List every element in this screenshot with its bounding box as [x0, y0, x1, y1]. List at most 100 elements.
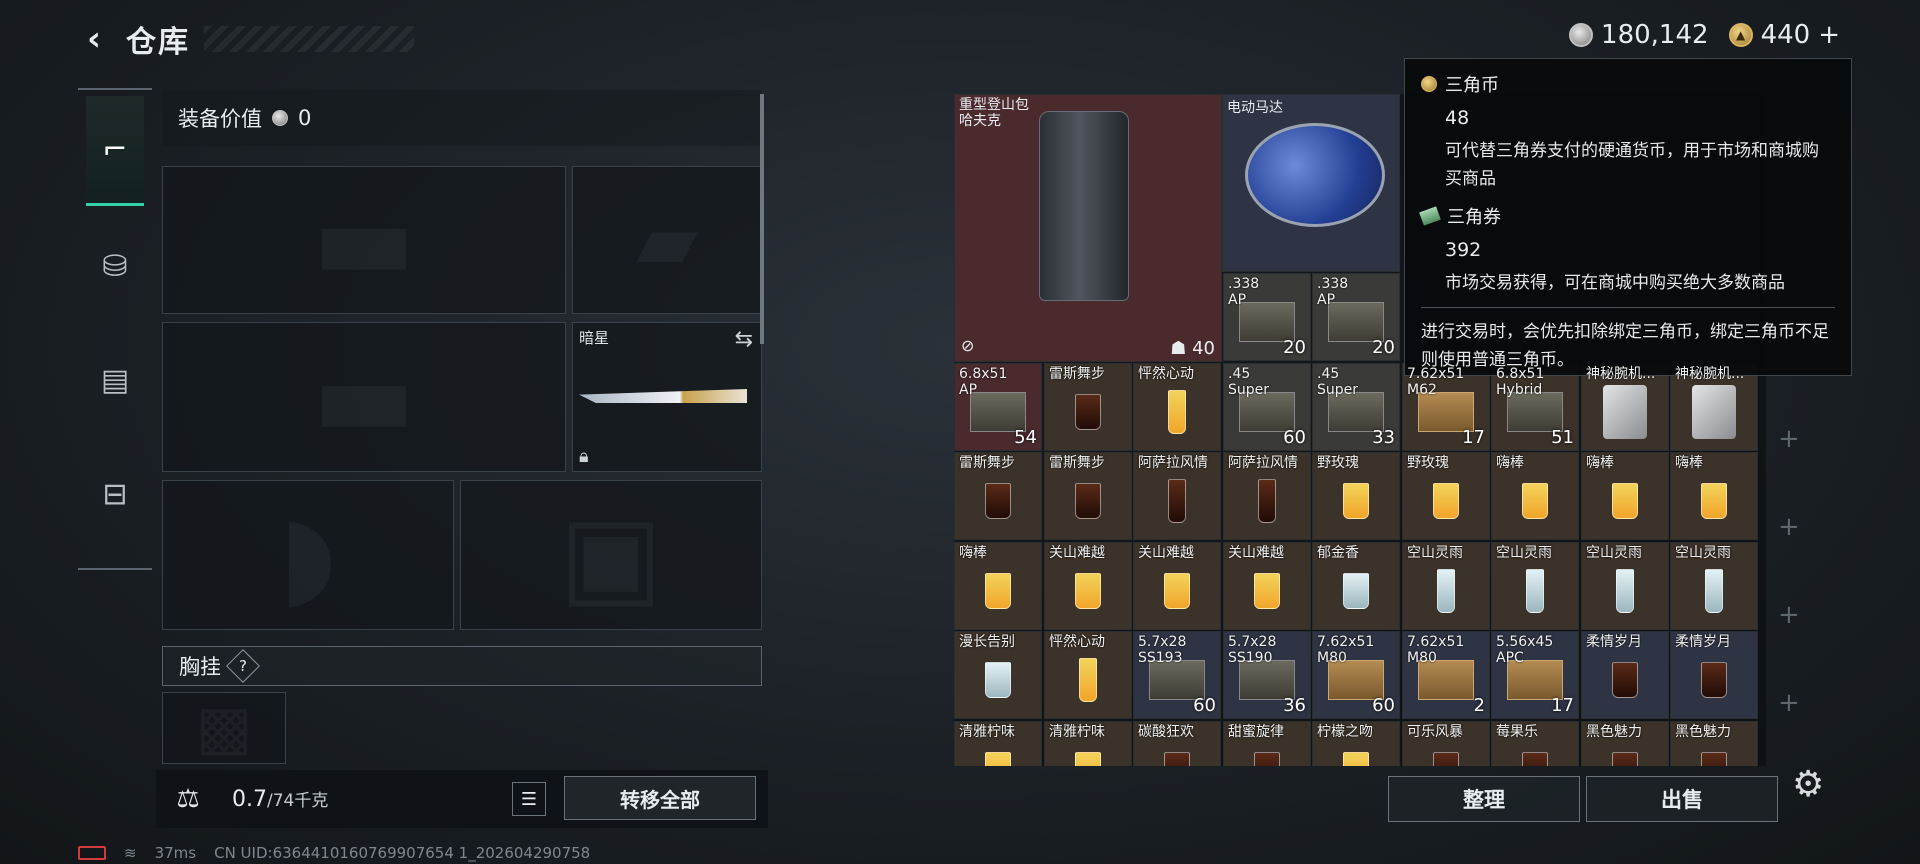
helmet-slot[interactable]: ◗ — [162, 480, 454, 630]
wifi-icon: ≋ — [124, 844, 137, 862]
secondary-weapon-slot[interactable]: ▬ — [162, 322, 566, 472]
silver-currency[interactable]: 180,142 — [1569, 20, 1709, 50]
inventory-item[interactable]: 神秘腕机... — [1670, 363, 1758, 451]
tab-chest-rig[interactable]: ▤ — [86, 326, 144, 434]
tab-weapons[interactable]: ⌐ — [86, 96, 144, 206]
inventory-item[interactable]: 清雅柠味 — [1044, 721, 1132, 766]
inventory-item[interactable]: 6.8x51 AP 54 — [954, 363, 1042, 451]
inventory-item[interactable]: 空山灵雨 — [1491, 542, 1579, 630]
inventory-item[interactable]: 嗨棒 — [954, 542, 1042, 630]
list-view-button[interactable]: ☰ — [512, 782, 546, 816]
backpack-item[interactable]: 重型登山包 哈夫克 ⊘ ☗ 40 — [954, 94, 1222, 362]
swap-icon[interactable]: ⇆ — [735, 327, 753, 352]
inventory-item[interactable]: 漫长告别 — [954, 631, 1042, 719]
settings-button[interactable]: ⚙ — [1792, 764, 1824, 805]
inventory-item[interactable]: 雷斯舞步 — [1044, 363, 1132, 451]
sort-button[interactable]: 整理 — [1388, 776, 1580, 822]
inventory-item[interactable]: 7.62x51 M62 17 — [1402, 363, 1490, 451]
inventory-item[interactable]: 关山难越 — [1133, 542, 1221, 630]
wrist-device-icon — [1603, 385, 1647, 440]
drink-icon — [1612, 483, 1638, 520]
weight-icon: ⚖ — [176, 784, 200, 814]
chest-rig-slot[interactable]: ▩ — [162, 692, 286, 764]
tab-toolbox[interactable]: ⊟ — [86, 440, 144, 548]
no-mod-icon: ⊘ — [961, 336, 975, 355]
inventory-item[interactable]: 阿萨拉风情 — [1223, 452, 1311, 540]
inventory-item[interactable]: .45 Super 33 — [1312, 363, 1400, 451]
ammo-box-icon — [1418, 660, 1474, 701]
inventory-item[interactable]: 5.56x45 APC 17 — [1491, 631, 1579, 719]
item-count: 17 — [1462, 427, 1485, 448]
inventory-item[interactable]: 关山难越 — [1223, 542, 1311, 630]
category-rail: ⌐ ⛁ ▤ ⊟ — [78, 88, 152, 570]
inventory-item[interactable]: 清雅柠味 — [954, 721, 1042, 766]
left-scrollbar[interactable] — [760, 94, 764, 344]
inventory-item[interactable]: 黑色魅力 — [1581, 721, 1669, 766]
add-slot-icon[interactable]: + — [1778, 424, 1800, 454]
item-name: 7.62x51 M80 — [1317, 634, 1375, 666]
inventory-item[interactable]: 关山难越 — [1044, 542, 1132, 630]
transfer-all-button[interactable]: 转移全部 — [564, 776, 756, 820]
backpack-capacity: ☗ 40 — [1170, 338, 1215, 359]
add-slot-icon[interactable]: + — [1778, 600, 1800, 630]
header: ‹ 仓库 — [76, 18, 414, 60]
backpack-name: 重型登山包 哈夫克 — [959, 97, 1029, 129]
weight-max: /74千克 — [267, 791, 329, 811]
inventory-item[interactable]: 怦然心动 — [1044, 631, 1132, 719]
back-button[interactable]: ‹ — [76, 19, 112, 59]
inventory-item[interactable]: 嗨棒 — [1670, 452, 1758, 540]
inventory-item[interactable]: 神秘腕机... — [1581, 363, 1669, 451]
help-icon[interactable]: ? — [226, 649, 260, 683]
inventory-item[interactable]: 空山灵雨 — [1402, 542, 1490, 630]
drink-icon — [985, 573, 1011, 610]
inventory-item[interactable]: .338 AP 20 — [1312, 273, 1400, 361]
drink-icon — [1075, 483, 1101, 520]
inventory-item[interactable]: .338 AP 20 — [1223, 273, 1311, 361]
chest-rig-header: 胸挂 ? — [162, 646, 762, 686]
pistol-slot[interactable]: ▰ — [572, 166, 762, 314]
add-slot-icon[interactable]: + — [1778, 512, 1800, 542]
primary-weapon-slot[interactable]: ▬ — [162, 166, 566, 314]
inventory-item[interactable]: 6.8x51 Hybrid 51 — [1491, 363, 1579, 451]
melee-slot[interactable]: 暗星 ⇆ 🔒︎ — [572, 322, 762, 472]
inventory-item[interactable]: .45 Super 60 — [1223, 363, 1311, 451]
armor-slot[interactable]: ▣ — [460, 480, 762, 630]
inventory-item[interactable]: 莓果乐 — [1491, 721, 1579, 766]
inventory-item[interactable]: 空山灵雨 — [1670, 542, 1758, 630]
drink-icon — [1075, 394, 1101, 431]
add-slot-icon[interactable]: + — [1778, 688, 1800, 718]
motor-item[interactable]: 电动马达 — [1222, 94, 1400, 272]
inventory-item[interactable]: 柔情岁月 — [1581, 631, 1669, 719]
inventory-item[interactable]: 雷斯舞步 — [1044, 452, 1132, 540]
inventory-item[interactable]: 嗨棒 — [1581, 452, 1669, 540]
inventory-item[interactable]: 阿萨拉风情 — [1133, 452, 1221, 540]
inventory-item[interactable]: 郁金香 — [1312, 542, 1400, 630]
inventory-item[interactable]: 5.7x28 SS190 36 — [1223, 631, 1311, 719]
inventory-item[interactable]: 野玫瑰 — [1312, 452, 1400, 540]
inventory-item[interactable]: 黑色魅力 — [1670, 721, 1758, 766]
inventory-item[interactable]: 野玫瑰 — [1402, 452, 1490, 540]
inventory-item[interactable]: 嗨棒 — [1491, 452, 1579, 540]
drink-icon — [1164, 752, 1190, 766]
inventory-item[interactable]: 空山灵雨 — [1581, 542, 1669, 630]
inventory-item[interactable]: 7.62x51 M80 60 — [1312, 631, 1400, 719]
gold-currency[interactable]: ▲ 440 + — [1728, 20, 1840, 50]
inventory-item[interactable]: 柔情岁月 — [1670, 631, 1758, 719]
item-count: 60 — [1372, 695, 1395, 716]
inventory-item[interactable]: 5.7x28 SS193 60 — [1133, 631, 1221, 719]
item-count: 17 — [1551, 695, 1574, 716]
inventory-item[interactable]: 可乐风暴 — [1402, 721, 1490, 766]
inventory-item[interactable]: 柠檬之吻 — [1312, 721, 1400, 766]
equipment-value: 装备价值 0 — [162, 90, 762, 146]
item-count: 54 — [1014, 427, 1037, 448]
tab-backpack[interactable]: ⛁ — [86, 212, 144, 320]
item-count: 60 — [1193, 695, 1216, 716]
inventory-item[interactable]: 7.62x51 M80 2 — [1402, 631, 1490, 719]
inventory-item[interactable]: 甜蜜旋律 — [1223, 721, 1311, 766]
sell-button[interactable]: 出售 — [1586, 776, 1778, 822]
inventory-item[interactable]: 雷斯舞步 — [954, 452, 1042, 540]
item-count: 60 — [1283, 427, 1306, 448]
add-currency-button[interactable]: + — [1818, 20, 1840, 50]
inventory-item[interactable]: 碳酸狂欢 — [1133, 721, 1221, 766]
inventory-item[interactable]: 怦然心动 — [1133, 363, 1221, 451]
